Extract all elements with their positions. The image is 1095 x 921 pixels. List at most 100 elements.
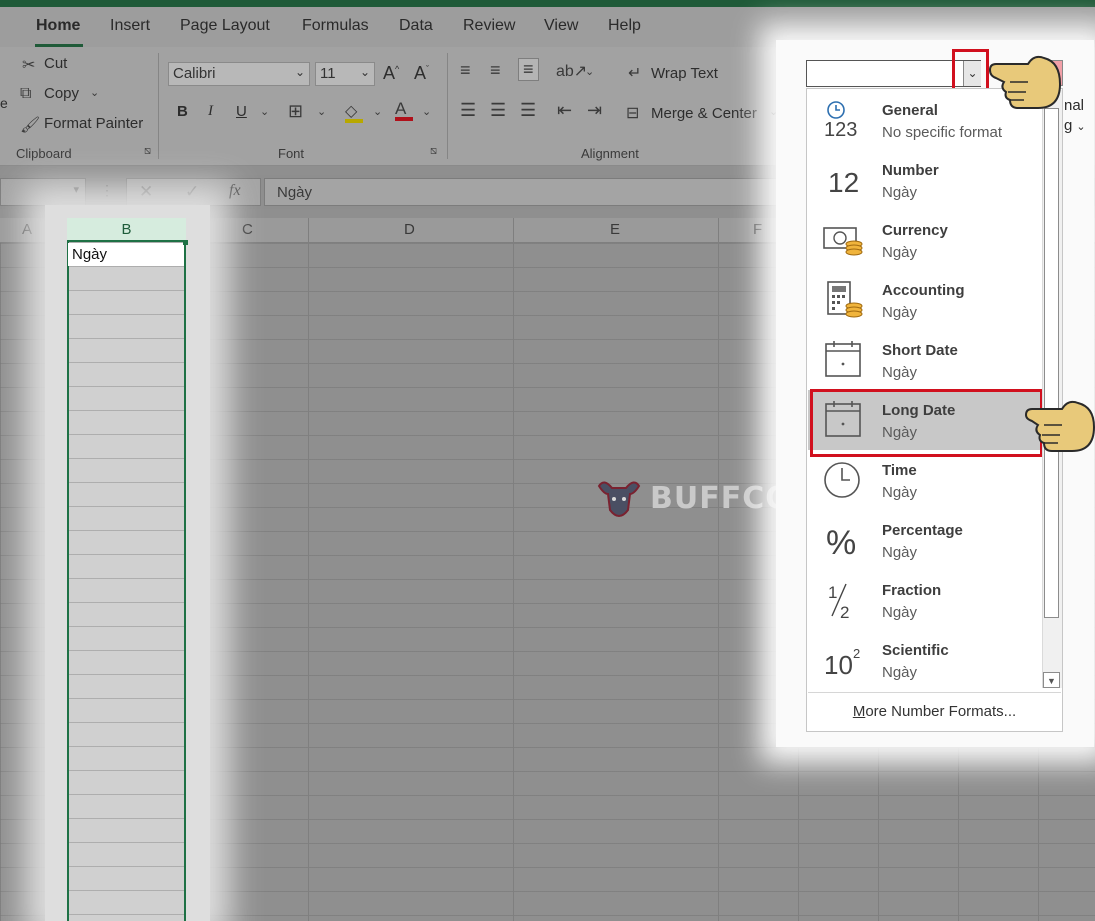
borders-chevron-down-icon[interactable]: ⌄ [317,105,326,118]
merge-center-button[interactable]: Merge & Center [651,105,757,122]
format-option-sample: Ngày [882,604,918,621]
dropdown-arrow-highlight [952,49,989,92]
column-b-selection[interactable] [67,242,186,921]
increase-font-size-icon[interactable]: A^ [383,63,399,84]
confirm-entry-icon[interactable]: ✓ [185,182,199,202]
insert-function-icon[interactable]: fx [229,182,241,200]
italic-button[interactable]: I [208,103,213,120]
tab-insert[interactable]: Insert [110,17,150,35]
scroll-down-arrow-icon[interactable]: ▼ [1043,672,1060,688]
font-launcher-icon[interactable]: ⧅ [430,145,437,158]
format-option-number[interactable]: 12 Number Ngày [808,150,1041,210]
buffcom-bull-logo-icon [597,481,641,517]
long-date-highlight [810,389,1043,457]
format-option-label: Number [882,162,939,179]
column-header-b[interactable]: B [67,218,186,242]
more-options-icon[interactable]: ⋮ [100,182,114,199]
currency-coins-icon [822,220,866,260]
format-option-time[interactable]: Time Ngày [808,450,1041,510]
column-header-c[interactable]: C [242,221,253,238]
tab-home[interactable]: Home [36,17,80,35]
cell-b1[interactable]: Ngày [68,243,184,266]
tab-page-layout[interactable]: Page Layout [180,17,270,35]
align-bottom-icon[interactable]: ≡ [518,58,539,81]
format-option-label: Currency [882,222,948,239]
format-option-currency[interactable]: Currency Ngày [808,210,1041,270]
underline-button[interactable]: U [236,103,247,120]
merge-center-icon: ⊟ [626,105,640,122]
clipboard-launcher-icon[interactable]: ⧅ [144,145,151,158]
svg-text:1: 1 [828,583,837,602]
format-option-label: General [882,102,938,119]
group-divider [158,53,159,159]
align-left-icon[interactable]: ☰ [460,100,476,121]
orientation-chevron-down-icon[interactable]: ⌄ [585,65,594,78]
format-option-sample: Ngày [882,544,918,561]
format-option-label: Time [882,462,917,479]
borders-icon[interactable]: ⊞ [288,101,303,122]
column-header-a[interactable]: A [22,221,32,238]
format-option-label: Short Date [882,342,958,359]
name-box[interactable]: ▾ [0,178,86,206]
copy-button[interactable]: Copy [44,85,79,102]
tab-help[interactable]: Help [608,17,641,35]
format-option-label: Fraction [882,582,942,599]
clock-123-icon: 123 [822,100,866,141]
font-size-combo[interactable]: 11 ⌄ [315,62,375,86]
align-middle-icon[interactable]: ≡ [490,60,501,81]
align-right-icon[interactable]: ☰ [520,100,536,121]
font-color-icon[interactable]: A [395,99,413,121]
pointing-hand-icon [1024,400,1095,452]
decrease-indent-icon[interactable]: ⇤ [557,100,572,121]
decrease-font-size-icon[interactable]: Aˇ [414,63,429,84]
underline-chevron-down-icon[interactable]: ⌄ [260,105,269,118]
pointing-hand-icon [988,55,1062,109]
format-option-fraction[interactable]: 1 2 Fraction Ngày [808,570,1041,630]
menu-scrollbar-thumb[interactable] [1044,108,1059,618]
format-option-scientific[interactable]: 10 2 Scientific Ngày [808,630,1041,690]
more-number-formats-label: ore Number Formats... [865,703,1017,720]
formatting-label-fragment[interactable]: g ⌄ [1064,117,1086,134]
format-painter-button[interactable]: Format Painter [44,115,143,132]
svg-text:12: 12 [828,167,859,198]
more-number-formats-link[interactable]: More Number Formats... [808,692,1061,731]
group-divider [447,53,448,159]
format-option-short-date[interactable]: Short Date Ngày [808,330,1041,390]
conditional-formatting-label-fragment[interactable]: nal [1064,97,1084,114]
calendar-icon [822,340,866,380]
align-top-icon[interactable]: ≡ [460,60,471,81]
fraction-half-icon: 12 [822,580,866,622]
column-header-f[interactable]: F [753,221,762,238]
cancel-entry-icon[interactable]: ✕ [139,182,153,202]
tab-data[interactable]: Data [399,17,433,35]
format-painter-icon: 🖌 [20,117,41,134]
formula-buttons: ✕ ✓ fx [126,178,261,206]
tab-review[interactable]: Review [463,17,515,35]
svg-text:2: 2 [840,603,849,620]
tab-view[interactable]: View [544,17,578,35]
orientation-icon[interactable]: ab↗ [556,61,587,81]
copy-chevron-down-icon[interactable]: ⌄ [90,86,99,99]
scientific-10-squared-icon: 10 2 [822,640,866,680]
format-option-sample: Ngày [882,184,918,201]
wrap-text-icon: ↵ [628,65,642,82]
format-option-sample: Ngày [882,244,918,261]
font-group-label: Font [278,146,305,161]
wrap-text-button[interactable]: Wrap Text [651,65,718,82]
fill-color-icon[interactable]: ◇ [345,101,363,123]
increase-indent-icon[interactable]: ⇥ [587,100,602,121]
bold-button[interactable]: B [177,103,188,120]
format-option-accounting[interactable]: Accounting Ngày [808,270,1041,330]
column-header-d[interactable]: D [404,221,415,238]
cut-button[interactable]: Cut [44,55,67,72]
font-name-combo[interactable]: Calibri ⌄ [168,62,310,86]
format-option-label: Percentage [882,522,963,539]
paste-label-fragment[interactable]: e [0,95,8,111]
format-option-percentage[interactable]: % Percentage Ngày [808,510,1041,570]
fill-handle[interactable] [183,240,188,245]
align-center-icon[interactable]: ☰ [490,100,506,121]
fill-color-chevron-down-icon[interactable]: ⌄ [373,105,382,118]
font-color-chevron-down-icon[interactable]: ⌄ [422,105,431,118]
column-header-e[interactable]: E [610,221,620,238]
tab-formulas[interactable]: Formulas [302,17,369,35]
